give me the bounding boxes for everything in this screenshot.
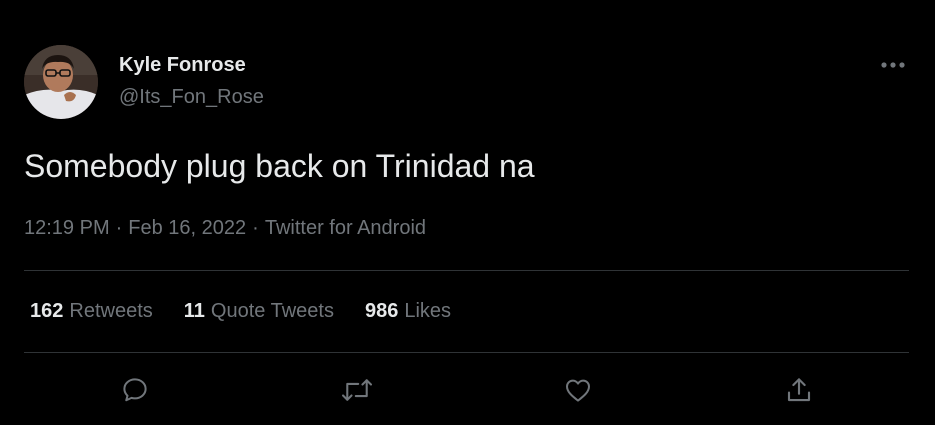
retweet-button[interactable]: [337, 370, 377, 410]
likes-count: 986: [364, 300, 399, 322]
retweets-count: 162: [30, 300, 64, 322]
tweet-metadata: 12:19 PM · Feb 16, 2022 · Twitter for Androi…: [24, 215, 426, 241]
share-icon: [787, 378, 811, 402]
engagement-stats: 162 Retweets 11 Quote Tweets 986 Likes: [30, 298, 451, 324]
meta-separator: ·: [252, 217, 259, 239]
author-display-name[interactable]: Kyle Fonrose: [119, 53, 246, 77]
tweet-date[interactable]: Feb 16, 2022: [128, 217, 246, 239]
likes-stat[interactable]: 986 Likes: [365, 298, 451, 324]
meta-separator: ·: [115, 217, 123, 239]
author-handle[interactable]: @Its_Fon_Rose: [119, 85, 264, 109]
tweet-source[interactable]: Twitter for Android: [265, 217, 426, 239]
quote-tweets-count: 11: [183, 300, 205, 322]
quote-tweets-label: Quote Tweets: [210, 300, 334, 322]
quote-tweets-stat[interactable]: 11 Quote Tweets: [184, 298, 334, 324]
reply-button[interactable]: [115, 370, 155, 410]
author-avatar[interactable]: [24, 45, 98, 119]
retweet-icon: [342, 379, 372, 401]
divider-top: [24, 270, 909, 271]
share-button[interactable]: [779, 370, 819, 410]
more-options-button[interactable]: [874, 50, 912, 80]
more-dots-icon: [881, 62, 905, 68]
retweets-label: Retweets: [69, 300, 153, 322]
likes-label: Likes: [404, 300, 452, 322]
tweet-time[interactable]: 12:19 PM: [24, 217, 110, 239]
divider-bottom: [24, 352, 909, 353]
user-photo-icon: [24, 45, 98, 119]
retweets-stat[interactable]: 162 Retweets: [30, 298, 153, 324]
like-icon: [566, 379, 590, 402]
reply-icon: [123, 378, 147, 402]
tweet-text: Somebody plug back on Trinidad na: [24, 148, 535, 184]
like-button[interactable]: [558, 370, 598, 410]
